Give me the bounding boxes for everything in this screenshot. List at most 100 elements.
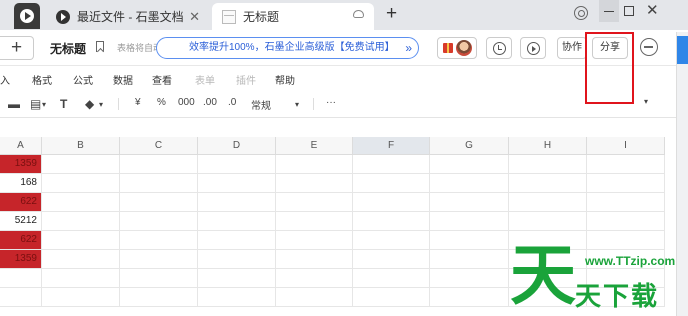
paste-icon[interactable]: ▤	[30, 97, 41, 111]
grid-cell[interactable]	[120, 231, 198, 250]
new-tab-button[interactable]: +	[386, 3, 397, 25]
grid-cell[interactable]	[276, 212, 353, 231]
paste-dropdown-icon[interactable]: ▾	[42, 100, 46, 109]
grid-cell[interactable]	[198, 231, 276, 250]
grid-cell[interactable]	[198, 155, 276, 174]
grid-cell[interactable]	[430, 193, 509, 212]
settings-gear-icon[interactable]	[574, 6, 588, 20]
number-format-select[interactable]: 常规	[251, 97, 271, 112]
grid-cell[interactable]	[42, 231, 120, 250]
grid-cell[interactable]	[276, 250, 353, 269]
collapse-toolbar-icon[interactable]: ▾	[644, 97, 648, 106]
grid-cell[interactable]	[587, 193, 665, 212]
grid-cell[interactable]	[120, 174, 198, 193]
number-format-dropdown-icon[interactable]: ▾	[295, 100, 299, 109]
app-logo-icon[interactable]	[14, 3, 40, 29]
more-tools-button[interactable]: ···	[326, 97, 336, 108]
grid-cell[interactable]	[120, 155, 198, 174]
grid-cell[interactable]	[509, 174, 587, 193]
print-icon[interactable]: ▬	[8, 97, 20, 111]
grid-cell[interactable]	[509, 212, 587, 231]
grid-cell[interactable]	[42, 212, 120, 231]
document-title[interactable]: 无标题	[50, 40, 86, 57]
share-button[interactable]: 分享	[592, 37, 628, 59]
currency-format-button[interactable]: ¥	[135, 97, 141, 108]
grid-cell[interactable]	[276, 288, 353, 307]
grid-cell[interactable]	[430, 174, 509, 193]
grid-cell[interactable]	[509, 193, 587, 212]
menu-data[interactable]: 数据	[113, 72, 133, 87]
grid-cell[interactable]	[353, 193, 430, 212]
menu-insert[interactable]: 入	[0, 72, 10, 87]
menu-view[interactable]: 查看	[152, 72, 172, 87]
percent-format-button[interactable]: %	[157, 97, 166, 108]
format-painter-icon[interactable]: T	[60, 97, 67, 111]
present-button[interactable]	[520, 37, 546, 59]
minimize-button[interactable]	[599, 0, 619, 22]
column-header-d[interactable]: D	[198, 137, 276, 155]
decrease-decimal-button[interactable]: .0	[228, 97, 236, 108]
grid-cell[interactable]	[120, 288, 198, 307]
cell-a6[interactable]: 1359	[0, 250, 42, 269]
grid-cell[interactable]	[120, 269, 198, 288]
grid-cell[interactable]	[276, 174, 353, 193]
menu-form[interactable]: 表单	[195, 72, 215, 87]
grid-cell[interactable]	[42, 250, 120, 269]
cell-a4[interactable]: 5212	[0, 212, 42, 231]
create-new-button[interactable]: +	[0, 36, 34, 60]
tab-untitled[interactable]: 无标题	[212, 3, 374, 30]
column-header-g[interactable]: G	[430, 137, 509, 155]
grid-cell[interactable]	[276, 155, 353, 174]
promo-banner[interactable]: 效率提升100%，石墨企业高级版【免费试用】 »	[156, 37, 419, 59]
grid-cell[interactable]	[198, 288, 276, 307]
column-header-i[interactable]: I	[587, 137, 665, 155]
history-button[interactable]	[486, 37, 512, 59]
grid-cell[interactable]	[198, 212, 276, 231]
column-header-e[interactable]: E	[276, 137, 353, 155]
grid-cell[interactable]	[353, 250, 430, 269]
menu-formula[interactable]: 公式	[73, 72, 93, 87]
grid-cell[interactable]	[120, 193, 198, 212]
grid-cell[interactable]	[353, 212, 430, 231]
grid-cell[interactable]	[353, 174, 430, 193]
grid-cell[interactable]	[198, 174, 276, 193]
grid-cell[interactable]	[430, 288, 509, 307]
close-tab-icon[interactable]: ✕	[189, 9, 200, 25]
grid-cell[interactable]	[42, 193, 120, 212]
grid-cell[interactable]	[587, 231, 665, 250]
thousands-format-button[interactable]: 000	[178, 97, 195, 108]
grid-cell[interactable]	[587, 174, 665, 193]
grid-cell[interactable]	[276, 231, 353, 250]
grid-cell[interactable]	[509, 155, 587, 174]
cell-a3[interactable]: 622	[0, 193, 42, 212]
bookmark-icon[interactable]	[96, 41, 104, 52]
cell-a5[interactable]: 622	[0, 231, 42, 250]
menu-plugins[interactable]: 插件	[236, 72, 256, 87]
grid-cell[interactable]	[353, 155, 430, 174]
increase-decimal-button[interactable]: .00	[203, 97, 217, 108]
cell-a2[interactable]: 168	[0, 174, 42, 193]
grid-cell[interactable]	[587, 212, 665, 231]
grid-cell[interactable]	[430, 269, 509, 288]
grid-cell[interactable]	[0, 269, 42, 288]
grid-cell[interactable]	[353, 288, 430, 307]
menu-help[interactable]: 帮助	[275, 72, 295, 87]
menu-format[interactable]: 格式	[32, 72, 52, 87]
grid-cell[interactable]	[0, 288, 42, 307]
column-header-c[interactable]: C	[120, 137, 198, 155]
column-header-f[interactable]: F	[353, 137, 430, 155]
grid-cell[interactable]	[42, 269, 120, 288]
grid-cell[interactable]	[42, 155, 120, 174]
grid-cell[interactable]	[276, 269, 353, 288]
tab-recent-files[interactable]: 最近文件 - 石墨文档 ✕	[46, 3, 210, 30]
cell-a1[interactable]: 1359	[0, 155, 42, 174]
grid-cell[interactable]	[430, 155, 509, 174]
grid-cell[interactable]	[120, 250, 198, 269]
clear-format-icon[interactable]: ◆	[85, 97, 94, 111]
grid-cell[interactable]	[430, 231, 509, 250]
grid-cell[interactable]	[120, 212, 198, 231]
user-menu[interactable]	[437, 37, 477, 59]
grid-cell[interactable]	[276, 193, 353, 212]
grid-cell[interactable]	[430, 250, 509, 269]
column-header-h[interactable]: H	[509, 137, 587, 155]
